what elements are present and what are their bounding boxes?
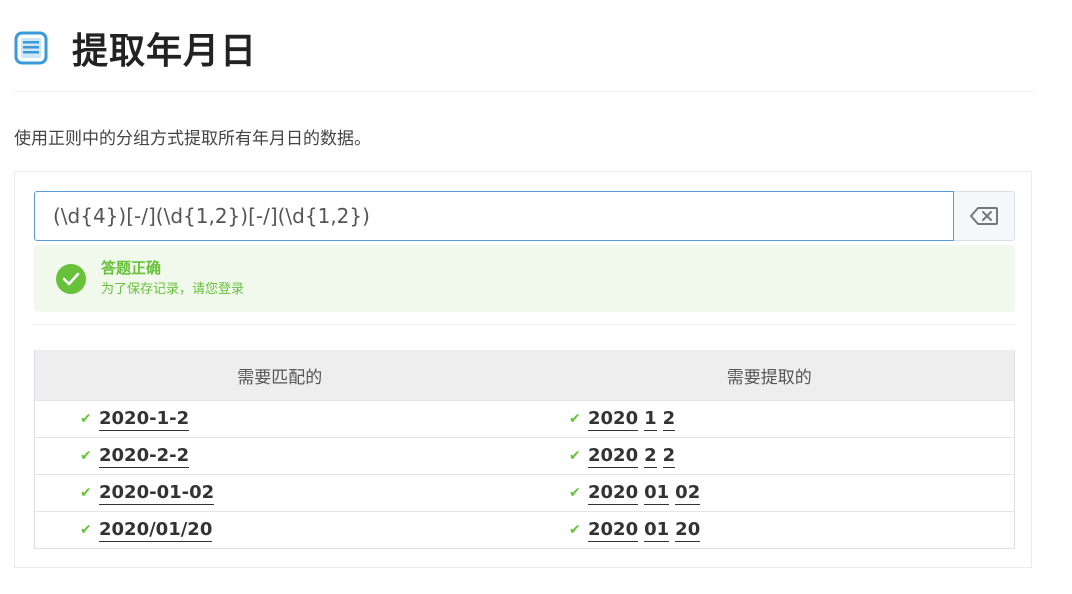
check-icon: ✔ <box>569 485 581 501</box>
section-divider <box>34 324 1015 325</box>
match-string: 2020-01-02 <box>99 481 215 505</box>
regex-input[interactable] <box>34 191 954 241</box>
extract-cell: ✔ 2020 1 2 <box>525 401 1014 437</box>
match-cell: ✔ 2020/01/20 <box>35 512 525 548</box>
page-header: 提取年月日 <box>14 22 257 74</box>
match-string: 2020/01/20 <box>99 518 213 542</box>
page-title: 提取年月日 <box>72 31 258 72</box>
group-year: 2020 <box>588 444 639 468</box>
header-extract: 需要提取的 <box>726 367 812 388</box>
group-month: 1 <box>644 407 657 431</box>
match-cell: ✔ 2020-2-2 <box>35 438 525 474</box>
match-string: 2020-2-2 <box>99 444 190 468</box>
match-string: 2020-1-2 <box>99 407 190 431</box>
group-day: 20 <box>675 518 701 542</box>
group-year: 2020 <box>588 407 639 431</box>
check-circle-icon <box>56 263 86 294</box>
table-row: ✔ 2020-1-2 ✔ 2020 1 2 <box>35 400 1014 437</box>
exercise-card: 答题正确 为了保存记录，请您登录 需要匹配的 需要提取的 ✔ 2020-1-2 … <box>14 171 1032 568</box>
group-month: 01 <box>644 481 670 505</box>
check-icon: ✔ <box>80 411 92 427</box>
check-icon: ✔ <box>80 522 92 538</box>
extract-cell: ✔ 2020 01 02 <box>525 475 1014 511</box>
table-row: ✔ 2020-01-02 ✔ 2020 01 02 <box>35 474 1014 511</box>
results-table: 需要匹配的 需要提取的 ✔ 2020-1-2 ✔ 2020 1 2 ✔ 2020… <box>34 350 1015 549</box>
group-month: 2 <box>644 444 657 468</box>
clear-button[interactable] <box>954 191 1015 241</box>
task-description: 使用正则中的分组方式提取所有年月日的数据。 <box>14 129 371 149</box>
check-icon: ✔ <box>80 485 92 501</box>
group-day: 02 <box>675 481 701 505</box>
group-month: 01 <box>644 518 670 542</box>
header-match: 需要匹配的 <box>237 367 323 388</box>
group-year: 2020 <box>588 518 639 542</box>
document-icon <box>14 31 48 65</box>
group-year: 2020 <box>588 481 639 505</box>
check-icon: ✔ <box>569 522 581 538</box>
backspace-icon <box>970 207 998 225</box>
match-cell: ✔ 2020-1-2 <box>35 401 525 437</box>
extract-cell: ✔ 2020 2 2 <box>525 438 1014 474</box>
table-row: ✔ 2020/01/20 ✔ 2020 01 20 <box>35 511 1014 548</box>
group-day: 2 <box>662 407 676 431</box>
alert-title: 答题正确 <box>101 258 162 277</box>
group-day: 2 <box>662 444 676 468</box>
alert-content: 答题正确 为了保存记录，请您登录 <box>101 258 244 300</box>
table-header: 需要匹配的 需要提取的 <box>35 350 1014 400</box>
extract-cell: ✔ 2020 01 20 <box>525 512 1014 548</box>
check-icon: ✔ <box>569 448 581 464</box>
check-icon: ✔ <box>569 411 581 427</box>
regex-input-group <box>34 191 1015 241</box>
alert-description: 为了保存记录，请您登录 <box>101 281 245 297</box>
header-divider <box>14 91 1034 92</box>
table-row: ✔ 2020-2-2 ✔ 2020 2 2 <box>35 437 1014 474</box>
success-alert: 答题正确 为了保存记录，请您登录 <box>34 245 1015 312</box>
match-cell: ✔ 2020-01-02 <box>35 475 525 511</box>
check-icon: ✔ <box>80 448 92 464</box>
